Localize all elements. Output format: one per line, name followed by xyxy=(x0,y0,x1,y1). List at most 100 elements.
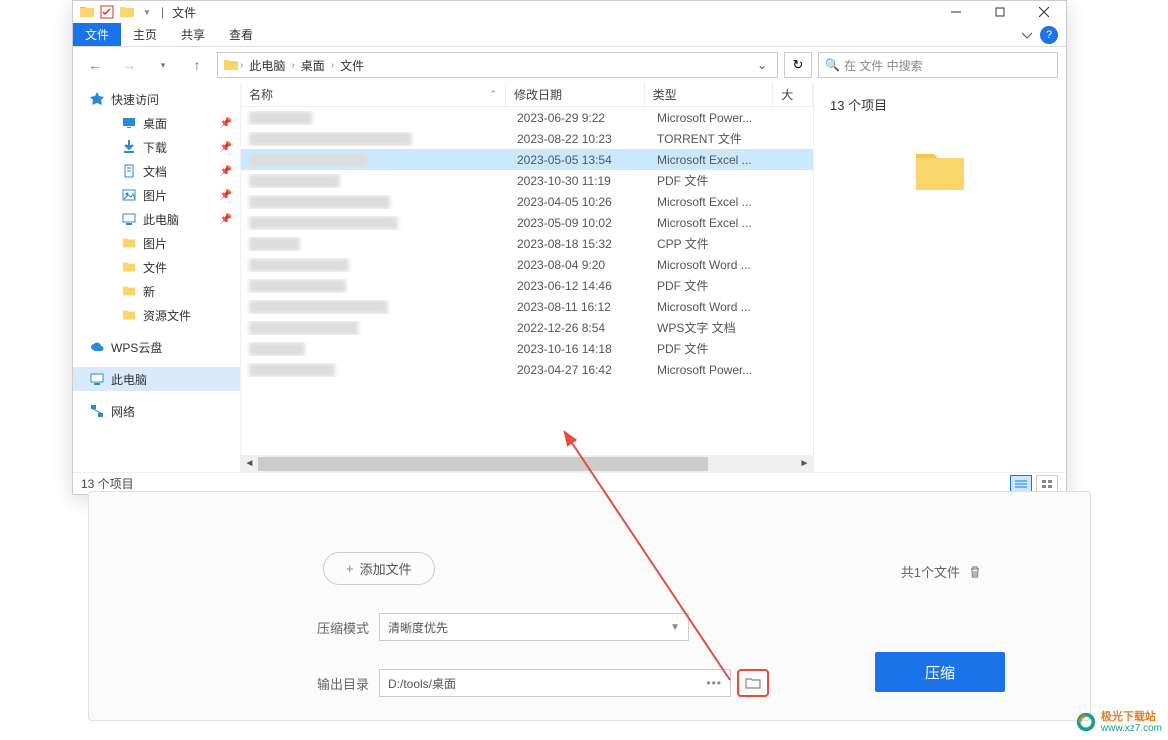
file-type: WPS文字 文档 xyxy=(649,319,779,336)
file-name-redacted xyxy=(249,363,335,377)
refresh-button[interactable]: ↻ xyxy=(784,52,812,78)
sidebar-label: 新 xyxy=(143,283,155,300)
scroll-thumb[interactable] xyxy=(258,457,708,471)
details-view-button[interactable] xyxy=(1010,475,1032,493)
search-icon: 🔍 xyxy=(825,58,840,72)
folder-icon xyxy=(912,144,968,200)
ribbon-collapse-icon[interactable] xyxy=(1014,23,1040,46)
sidebar-item-network[interactable]: 网络 xyxy=(73,399,240,423)
maximize-button[interactable] xyxy=(978,1,1022,23)
file-type: Microsoft Word ... xyxy=(649,300,779,314)
column-headers: 名称⌃ 修改日期 类型 大 xyxy=(241,83,813,107)
file-row[interactable]: 2023-04-05 10:26Microsoft Excel ... xyxy=(241,191,813,212)
file-type: PDF 文件 xyxy=(649,277,779,294)
more-icon[interactable]: ••• xyxy=(706,676,722,690)
file-row[interactable]: 2023-10-30 11:19PDF 文件 xyxy=(241,170,813,191)
sidebar-label: 下载 xyxy=(143,139,167,156)
breadcrumb-this-pc[interactable]: 此电脑 xyxy=(243,57,291,74)
file-list[interactable]: 2023-06-29 9:22Microsoft Power...2023-08… xyxy=(241,107,813,455)
file-row[interactable]: 2023-05-09 10:02Microsoft Excel ... xyxy=(241,212,813,233)
column-type[interactable]: 类型 xyxy=(645,83,774,106)
pin-icon: 📌 xyxy=(220,166,232,177)
breadcrumb-bar[interactable]: › 此电脑 › 桌面 › 文件 ⌄ xyxy=(217,52,778,78)
sidebar-label: 图片 xyxy=(143,235,167,252)
file-date: 2023-10-16 14:18 xyxy=(509,342,649,356)
help-button[interactable]: ? xyxy=(1040,26,1058,44)
sidebar-item-wps-cloud[interactable]: WPS云盘 xyxy=(73,335,240,359)
ribbon-tabs: 文件 主页 共享 查看 ? xyxy=(73,23,1066,47)
mode-select[interactable]: 清晰度优先 ▼ xyxy=(379,613,689,641)
file-row[interactable]: 2023-10-16 14:18PDF 文件 xyxy=(241,338,813,359)
sidebar-item-this-pc-main[interactable]: 此电脑 xyxy=(73,367,240,391)
sidebar-item-folder-new[interactable]: 新 xyxy=(73,279,240,303)
tab-home[interactable]: 主页 xyxy=(121,23,169,46)
file-date: 2023-08-04 9:20 xyxy=(509,258,649,272)
sidebar-item-folder-files[interactable]: 文件 xyxy=(73,255,240,279)
file-row[interactable]: 2023-06-12 14:46PDF 文件 xyxy=(241,275,813,296)
add-files-button[interactable]: + 添加文件 xyxy=(323,552,435,585)
sidebar-item-downloads[interactable]: 下载📌 xyxy=(73,135,240,159)
minimize-button[interactable] xyxy=(934,1,978,23)
output-value: D:/tools/桌面 xyxy=(388,675,456,692)
column-size[interactable]: 大 xyxy=(773,83,813,106)
tab-share[interactable]: 共享 xyxy=(169,23,217,46)
horizontal-scrollbar[interactable]: ◄ ► xyxy=(241,455,813,472)
sidebar-item-this-pc[interactable]: 此电脑📌 xyxy=(73,207,240,231)
desktop-icon xyxy=(121,115,137,131)
picture-icon xyxy=(121,187,137,203)
address-dropdown-icon[interactable]: ⌄ xyxy=(751,58,773,72)
file-row[interactable]: 2023-05-05 13:54Microsoft Excel ... xyxy=(241,149,813,170)
output-path-input[interactable]: D:/tools/桌面 ••• xyxy=(379,669,731,697)
sidebar-item-desktop[interactable]: 桌面 📌 xyxy=(73,111,240,135)
preview-count: 13 个项目 xyxy=(830,95,1050,114)
breadcrumb-current[interactable]: 文件 xyxy=(334,57,370,74)
browse-folder-button[interactable] xyxy=(737,669,769,697)
sidebar-item-pictures[interactable]: 图片📌 xyxy=(73,183,240,207)
back-button[interactable]: ← xyxy=(81,51,109,79)
pin-icon: 📌 xyxy=(220,214,232,225)
mode-value: 清晰度优先 xyxy=(388,619,448,636)
sidebar-item-folder-pictures[interactable]: 图片 xyxy=(73,231,240,255)
close-button[interactable] xyxy=(1022,1,1066,23)
compress-button[interactable]: 压缩 xyxy=(875,652,1005,692)
history-dropdown-icon[interactable]: ▾ xyxy=(149,51,177,79)
mode-label: 压缩模式 xyxy=(309,618,369,637)
scroll-right-icon[interactable]: ► xyxy=(796,455,813,472)
pin-icon: 📌 xyxy=(220,118,232,129)
scroll-left-icon[interactable]: ◄ xyxy=(241,455,258,472)
qat-dropdown-icon[interactable]: ▼ xyxy=(137,2,157,22)
column-date[interactable]: 修改日期 xyxy=(506,83,645,106)
trash-icon[interactable] xyxy=(968,565,982,579)
up-button[interactable]: ↑ xyxy=(183,51,211,79)
tab-view[interactable]: 查看 xyxy=(217,23,265,46)
sidebar-label: 文件 xyxy=(143,259,167,276)
tab-file[interactable]: 文件 xyxy=(73,23,121,46)
column-name[interactable]: 名称⌃ xyxy=(241,83,506,106)
file-row[interactable]: 2023-06-29 9:22Microsoft Power... xyxy=(241,107,813,128)
file-row[interactable]: 2023-08-04 9:20Microsoft Word ... xyxy=(241,254,813,275)
file-row[interactable]: 2023-08-11 16:12Microsoft Word ... xyxy=(241,296,813,317)
search-input[interactable]: 🔍 在 文件 中搜索 xyxy=(818,52,1058,78)
file-row[interactable]: 2023-08-18 15:32CPP 文件 xyxy=(241,233,813,254)
sidebar-label: 文档 xyxy=(143,163,167,180)
sidebar-label: 快速访问 xyxy=(111,91,159,108)
file-name-redacted xyxy=(249,300,388,314)
watermark-title: 极光下载站 xyxy=(1101,711,1162,723)
file-pane: 名称⌃ 修改日期 类型 大 2023-06-29 9:22Microsoft P… xyxy=(241,83,813,472)
qat-checkbox-icon[interactable] xyxy=(97,2,117,22)
breadcrumb-desktop[interactable]: 桌面 xyxy=(295,57,331,74)
file-row[interactable]: 2023-08-22 10:23TORRENT 文件 xyxy=(241,128,813,149)
sidebar-label: 桌面 xyxy=(143,115,167,132)
file-row[interactable]: 2023-04-27 16:42Microsoft Power... xyxy=(241,359,813,380)
file-name-redacted xyxy=(249,111,312,125)
file-date: 2023-05-09 10:02 xyxy=(509,216,649,230)
forward-button: → xyxy=(115,51,143,79)
file-explorer-window: ▼ | 文件 文件 主页 共享 查看 ? ← → ▾ ↑ › 此电脑 › 桌面 … xyxy=(72,0,1067,495)
file-row[interactable]: 2022-12-26 8:54WPS文字 文档 xyxy=(241,317,813,338)
sidebar-item-documents[interactable]: 文档 📌 xyxy=(73,159,240,183)
sidebar-item-folder-resources[interactable]: 资源文件 xyxy=(73,303,240,327)
window-title: 文件 xyxy=(168,4,196,21)
sidebar-item-quick-access[interactable]: 快速访问 xyxy=(73,87,240,111)
file-date: 2023-08-22 10:23 xyxy=(509,132,649,146)
icons-view-button[interactable] xyxy=(1036,475,1058,493)
